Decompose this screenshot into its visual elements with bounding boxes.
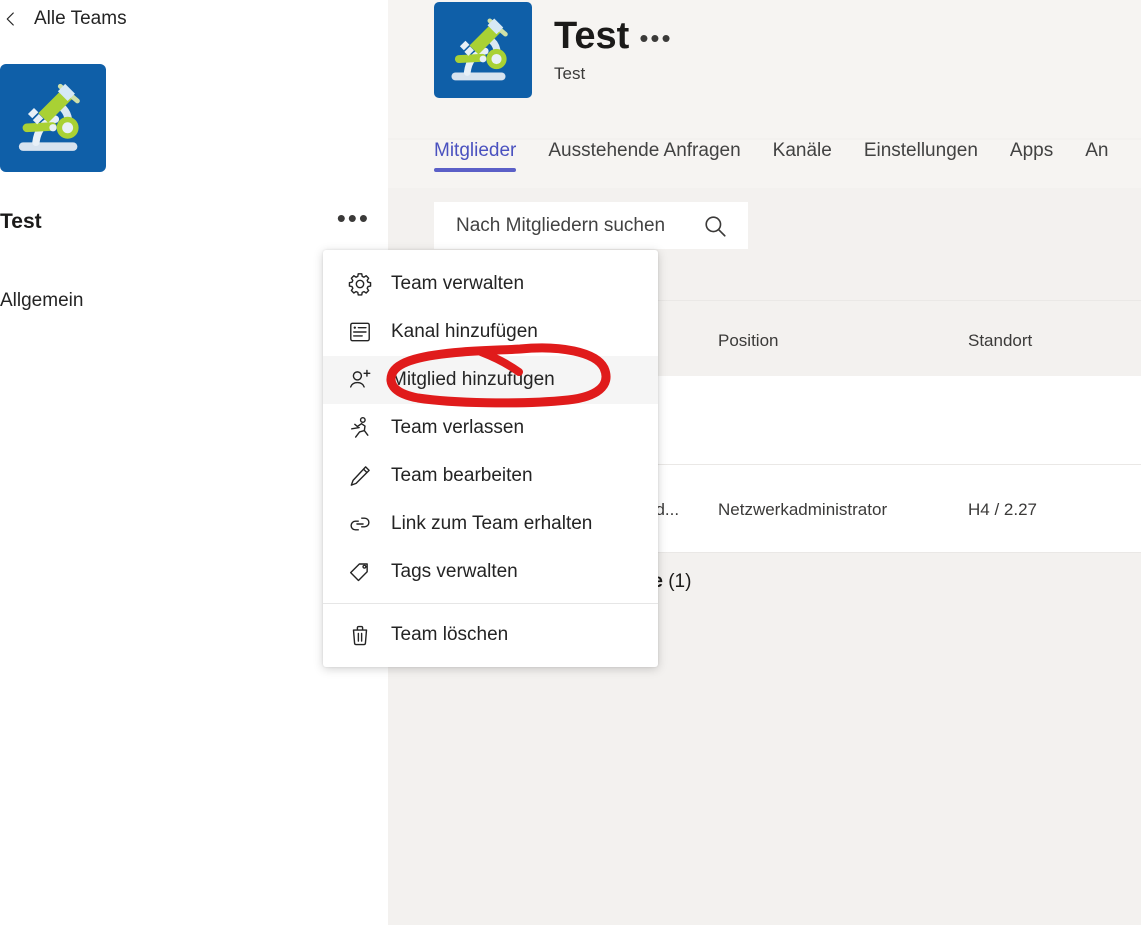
sidebar-channel-label: Allgemein	[0, 290, 84, 311]
tab-label: An	[1085, 140, 1109, 161]
link-icon	[350, 517, 370, 531]
tab-label: Mitglieder	[434, 140, 517, 161]
search-members-box[interactable]: Nach Mitgliedern suchen	[434, 202, 748, 249]
search-input[interactable]: Nach Mitgliedern suchen	[456, 215, 665, 237]
menu-item-team-bearbeiten[interactable]: Team bearbeiten	[323, 452, 658, 500]
tab-kanaele[interactable]: Kanäle	[773, 140, 850, 174]
tab-mitglieder[interactable]: Mitglieder	[434, 140, 534, 174]
pencil-icon	[350, 466, 370, 486]
menu-item-label: Mitglied hinzufügen	[391, 369, 555, 390]
menu-item-label: Tags verwalten	[391, 561, 518, 582]
sidebar-channel-allgemein[interactable]: Allgemein	[0, 290, 83, 312]
menu-item-team-verlassen[interactable]: Team verlassen	[323, 404, 658, 452]
page-title: Test	[554, 15, 630, 57]
tab-ausstehende-anfragen[interactable]: Ausstehende Anfragen	[548, 140, 758, 174]
menu-item-label: Team bearbeiten	[391, 465, 533, 486]
menu-divider	[323, 603, 658, 604]
gear-icon	[348, 273, 372, 296]
menu-item-label: Team verlassen	[391, 417, 525, 438]
menu-item-team-verwalten[interactable]: Team verwalten	[323, 260, 658, 308]
header-team-avatar	[434, 2, 532, 98]
menu-item-team-loeschen[interactable]: Team löschen	[323, 611, 658, 659]
tab-label: Apps	[1009, 140, 1054, 161]
team-context-menu: Team verwalten Kanal hinzufügen Mitglied…	[323, 250, 658, 667]
tab-label: Einstellungen	[863, 140, 978, 161]
trash-icon	[352, 625, 368, 646]
menu-item-label: Kanal hinzufügen	[391, 321, 538, 342]
team-header: Test ••• Test	[388, 0, 1141, 138]
column-header-position: Position	[718, 331, 779, 350]
cell-position: Netzwerkadministrator	[718, 500, 888, 519]
tab-label: Kanäle	[772, 140, 832, 161]
sidebar-team-name: Test	[0, 210, 42, 233]
teams-manage-team-screen: Alle Teams Test ••• Allgemein Test ••• T…	[0, 0, 1141, 925]
back-label: Alle Teams	[34, 8, 127, 29]
menu-item-mitglied-hinzufuegen[interactable]: Mitglied hinzufügen	[323, 356, 658, 404]
menu-item-label: Team löschen	[391, 624, 509, 645]
run-person-icon	[351, 417, 369, 438]
tag-icon	[349, 563, 368, 582]
team-description: Test	[554, 64, 586, 83]
menu-item-label: Link zum Team erhalten	[391, 513, 593, 534]
microscope-icon	[451, 18, 508, 81]
menu-item-kanal-hinzufuegen[interactable]: Kanal hinzufügen	[323, 308, 658, 356]
tab-apps[interactable]: Apps	[1010, 140, 1071, 174]
header-title-block: Test ••• Test	[554, 14, 673, 84]
tab-einstellungen[interactable]: Einstellungen	[864, 140, 996, 174]
section-count: (1)	[668, 571, 692, 592]
sidebar-team-row: Test •••	[0, 205, 370, 234]
back-to-all-teams[interactable]: Alle Teams	[0, 8, 127, 30]
sidebar-team-avatar	[0, 64, 106, 172]
tab-analyse[interactable]: An	[1085, 140, 1126, 174]
tab-bar: Mitglieder Ausstehende Anfragen Kanäle E…	[388, 140, 1141, 188]
menu-item-label: Team verwalten	[391, 273, 525, 294]
team-more-options-button[interactable]: •••	[639, 25, 672, 58]
menu-item-link-zum-team-erhalten[interactable]: Link zum Team erhalten	[323, 500, 658, 548]
microscope-icon	[18, 83, 80, 151]
column-header-standort: Standort	[968, 331, 1033, 350]
sidebar-more-options-button[interactable]: •••	[337, 205, 370, 231]
tab-label: Ausstehende Anfragen	[548, 140, 741, 161]
channel-icon	[350, 322, 370, 342]
menu-item-tags-verwalten[interactable]: Tags verwalten	[323, 548, 658, 596]
chevron-left-icon	[6, 12, 14, 26]
cell-standort: H4 / 2.27	[968, 500, 1037, 519]
search-icon[interactable]	[702, 213, 728, 239]
person-add-icon	[349, 369, 371, 388]
